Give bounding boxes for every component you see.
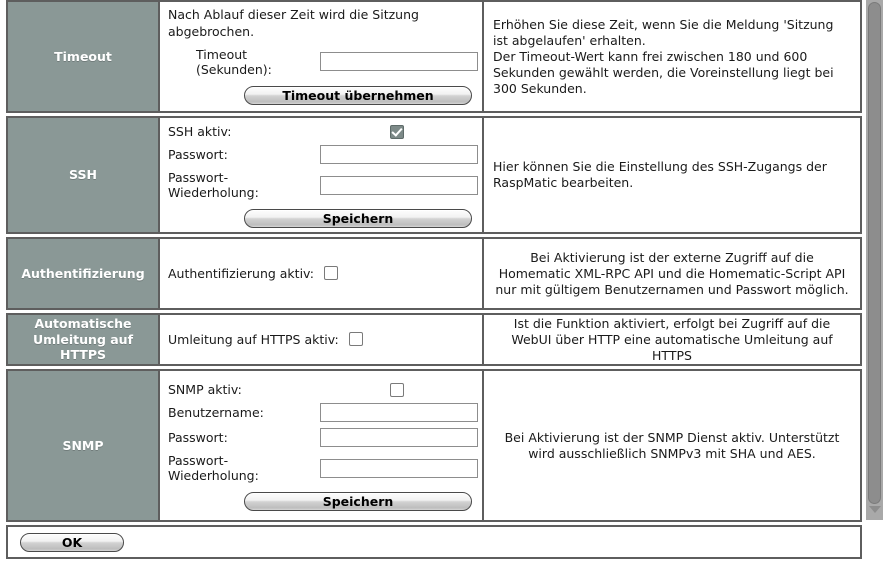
- form-intro-timeout: Nach Ablauf dieser Zeit wird die Sitzung…: [168, 7, 419, 39]
- section-help-ssh: Hier können Sie die Einstellung des SSH-…: [484, 118, 860, 232]
- field-label: Benutzername:: [168, 405, 264, 420]
- checkbox-snmp-aktiv[interactable]: [390, 382, 404, 397]
- field-label: Passwort:: [168, 430, 228, 445]
- section-label-https: Automatische Umleitung auf HTTPS: [8, 315, 160, 364]
- button-row: Speichern: [168, 209, 474, 228]
- field-row: Benutzername:: [168, 403, 478, 422]
- field-label: Timeout (Sekunden):: [196, 46, 272, 77]
- field-row: Timeout (Sekunden):: [168, 46, 478, 77]
- submit-button-ssh[interactable]: Speichern: [244, 209, 472, 228]
- section-label-timeout: Timeout: [8, 2, 160, 111]
- section-form-timeout: Nach Ablauf dieser Zeit wird die Sitzung…: [160, 2, 484, 111]
- section-label-ssh: SSH: [8, 118, 160, 232]
- field-label: Passwort-Wiederholung:: [168, 453, 259, 483]
- section-form-https: Umleitung auf HTTPS aktiv:: [160, 315, 484, 364]
- settings-sections: Timeout Nach Ablauf dieser Zeit wird die …: [6, 0, 862, 565]
- field-row: Passwort-Wiederholung:: [168, 453, 478, 483]
- section-row-https: Automatische Umleitung auf HTTPS Umleitun…: [6, 313, 862, 366]
- vertical-scrollbar[interactable]: [866, 0, 883, 520]
- help-text: Bei Aktivierung ist der externe Zugriff …: [495, 249, 849, 297]
- section-label-snmp: SNMP: [8, 371, 160, 520]
- input-snmp-3[interactable]: [320, 458, 478, 478]
- button-row: Timeout übernehmen: [168, 85, 474, 105]
- help-text: Bei Aktivierung ist der SNMP Dienst akti…: [504, 429, 840, 461]
- help-text: Erhöhen Sie diese Zeit, wenn Sie die Mel…: [493, 16, 834, 96]
- checkbox-authentifizierung-aktiv[interactable]: [323, 266, 338, 280]
- section-help-snmp: Bei Aktivierung ist der SNMP Dienst akti…: [484, 371, 860, 520]
- section-row-authentifizierung: Authentifizierung Authentifizierung aktiv…: [6, 237, 862, 310]
- field-row: SNMP aktiv:: [168, 382, 474, 397]
- checkbox-slot: [320, 382, 474, 397]
- field-row: Passwort:: [168, 428, 478, 447]
- field-label: Passwort-Wiederholung:: [168, 170, 259, 200]
- help-text: Ist die Funktion aktiviert, erfolgt bei …: [511, 315, 833, 363]
- scrollbar-thumb[interactable]: [868, 2, 881, 504]
- input-ssh-1[interactable]: [320, 145, 478, 164]
- ok-button[interactable]: OK: [20, 532, 124, 552]
- field-label: Passwort:: [168, 147, 228, 162]
- field-row: SSH aktiv:: [168, 124, 474, 139]
- field-label: Umleitung auf HTTPS aktiv:: [168, 331, 339, 347]
- section-form-snmp: SNMP aktiv: Benutzername: Passwort: Passwor…: [160, 371, 484, 520]
- help-text: Hier können Sie die Einstellung des SSH-…: [493, 159, 827, 190]
- checkbox-slot: [323, 266, 338, 280]
- input-ssh-2[interactable]: [320, 175, 478, 195]
- settings-page: Timeout Nach Ablauf dieser Zeit wird die …: [0, 0, 887, 565]
- field-label: SNMP aktiv:: [168, 382, 242, 397]
- input-snmp-1[interactable]: [320, 403, 478, 422]
- button-row: Speichern: [168, 492, 474, 511]
- field-row: Authentifizierung aktiv:: [168, 266, 474, 281]
- field-row: Umleitung auf HTTPS aktiv:: [168, 332, 474, 347]
- input-snmp-2[interactable]: [320, 428, 478, 447]
- checkbox-ssh-aktiv[interactable]: [390, 124, 404, 139]
- checkbox-slot: [320, 124, 474, 139]
- section-row-ssh: SSH SSH aktiv: Passwort: Passwort-Wiederhol…: [6, 116, 862, 234]
- section-row-timeout: Timeout Nach Ablauf dieser Zeit wird die …: [6, 0, 862, 113]
- field-label: SSH aktiv:: [168, 124, 232, 139]
- section-help-authentifizierung: Bei Aktivierung ist der externe Zugriff …: [484, 239, 860, 308]
- section-form-authentifizierung: Authentifizierung aktiv:: [160, 239, 484, 308]
- field-label: Authentifizierung aktiv:: [168, 265, 314, 281]
- section-form-ssh: SSH aktiv: Passwort: Passwort-Wiederholung…: [160, 118, 484, 232]
- field-row: Passwort:: [168, 145, 478, 164]
- section-row-snmp: SNMP SNMP aktiv: Benutzername: Passwort: Pas…: [6, 369, 862, 522]
- footer-bar: OK: [6, 525, 862, 559]
- section-help-https: Ist die Funktion aktiviert, erfolgt bei …: [484, 315, 860, 364]
- submit-button-snmp[interactable]: Speichern: [244, 492, 472, 511]
- field-row: Passwort-Wiederholung:: [168, 170, 478, 200]
- chevron-down-icon[interactable]: [869, 506, 881, 513]
- input-timeout-0[interactable]: [320, 52, 478, 72]
- section-help-timeout: Erhöhen Sie diese Zeit, wenn Sie die Mel…: [484, 2, 860, 111]
- checkbox-slot: [348, 332, 363, 346]
- checkbox-https-aktiv[interactable]: [348, 332, 363, 346]
- submit-button-timeout[interactable]: Timeout übernehmen: [244, 85, 472, 105]
- section-label-authentifizierung: Authentifizierung: [8, 239, 160, 308]
